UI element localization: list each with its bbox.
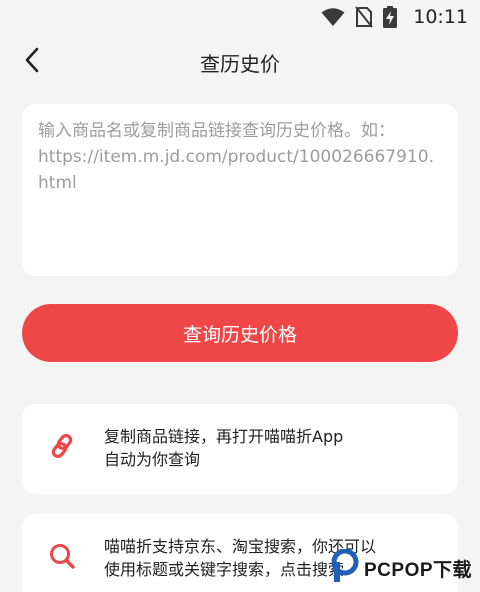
header: 查历史价 [0, 34, 480, 90]
tip-line: 复制商品链接，再打开喵喵折App [104, 427, 344, 446]
status-bar: 10:11 [0, 0, 480, 34]
tip-text: 复制商品链接，再打开喵喵折App 自动为你查询 [104, 425, 442, 471]
battery-charging-icon [383, 6, 398, 28]
watermark: PCPOP下载 [330, 548, 472, 588]
tip-line: 自动为你查询 [104, 450, 201, 469]
status-time: 10:11 [413, 6, 468, 28]
page-title: 查历史价 [200, 51, 280, 76]
wifi-icon [321, 7, 345, 27]
watermark-logo-icon [330, 548, 360, 587]
chevron-left-icon [23, 47, 41, 77]
watermark-text: PCPOP下载 [364, 559, 473, 581]
link-icon [48, 432, 76, 460]
tip-card-copy-link: 复制商品链接，再打开喵喵折App 自动为你查询 [22, 404, 458, 494]
query-history-price-button[interactable]: 查询历史价格 [22, 304, 458, 362]
no-sim-icon [355, 6, 374, 28]
search-icon [48, 542, 76, 570]
query-input[interactable] [22, 104, 458, 276]
back-button[interactable] [14, 44, 50, 80]
query-input-card [22, 104, 458, 276]
